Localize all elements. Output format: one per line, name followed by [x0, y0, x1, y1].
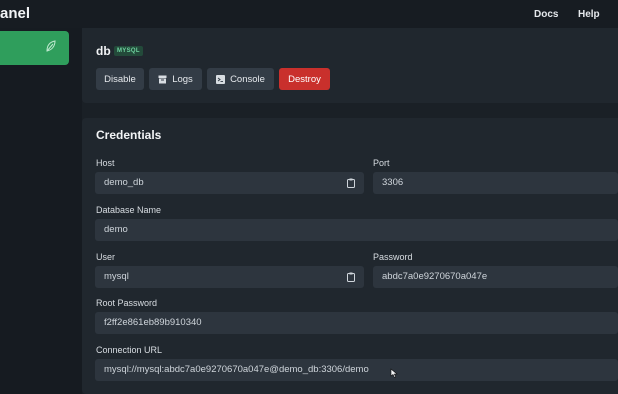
port-value: 3306 [382, 177, 404, 188]
terminal-icon [216, 74, 226, 84]
root-password-value: f2ff2e861eb89b910340 [104, 317, 202, 328]
sidebar [0, 28, 82, 394]
connection-url-field[interactable]: mysql://mysql:abdc7a0e9270670a047e@demo_… [95, 359, 618, 381]
leaf-icon [46, 40, 56, 52]
host-field[interactable]: demo_db [95, 172, 364, 194]
credentials-panel: Credentials Host demo_db Port 3306 Datab… [82, 118, 618, 394]
connection-url-label: Connection URL [96, 345, 163, 355]
credentials-title: Credentials [96, 128, 162, 142]
console-button-label: Console [230, 73, 265, 85]
password-label: Password [373, 252, 413, 262]
user-field[interactable]: mysql [95, 266, 364, 288]
main-content: db MYSQL Disable Logs Console Destroy Cr… [82, 28, 618, 394]
host-label: Host [96, 158, 115, 168]
password-value: abdc7a0e9270670a047e [382, 271, 488, 282]
nav-docs-link[interactable]: Docs [534, 9, 558, 20]
clipboard-icon[interactable] [347, 272, 355, 282]
service-header-panel: db MYSQL Disable Logs Console Destroy [82, 28, 618, 103]
mouse-cursor-icon [390, 368, 398, 378]
database-name-label: Database Name [96, 205, 162, 215]
clipboard-icon[interactable] [347, 178, 355, 188]
connection-url-value: mysql://mysql:abdc7a0e9270670a047e@demo_… [104, 364, 369, 375]
disable-button[interactable]: Disable [96, 68, 144, 90]
port-label: Port [373, 158, 390, 168]
database-name-value: demo [104, 224, 128, 235]
user-label: User [96, 252, 116, 262]
console-button[interactable]: Console [207, 68, 274, 90]
brand-title[interactable]: anel [0, 5, 30, 22]
logs-button[interactable]: Logs [149, 68, 202, 90]
password-field[interactable]: abdc7a0e9270670a047e [373, 266, 618, 288]
service-type-badge: MYSQL [114, 46, 143, 56]
user-value: mysql [104, 271, 129, 282]
port-field[interactable]: 3306 [373, 172, 618, 194]
host-value: demo_db [104, 177, 144, 188]
destroy-button-label: Destroy [288, 73, 321, 85]
service-name: db [96, 44, 111, 58]
archive-icon [158, 75, 167, 83]
root-password-field[interactable]: f2ff2e861eb89b910340 [95, 312, 618, 334]
root-password-label: Root Password [96, 298, 158, 308]
sidebar-item-db[interactable] [0, 31, 69, 65]
logs-button-label: Logs [172, 73, 193, 85]
top-navbar: anel Docs Help [0, 0, 618, 28]
disable-button-label: Disable [104, 73, 136, 85]
database-name-field[interactable]: demo [95, 219, 618, 241]
nav-help-link[interactable]: Help [578, 9, 600, 20]
destroy-button[interactable]: Destroy [279, 68, 330, 90]
